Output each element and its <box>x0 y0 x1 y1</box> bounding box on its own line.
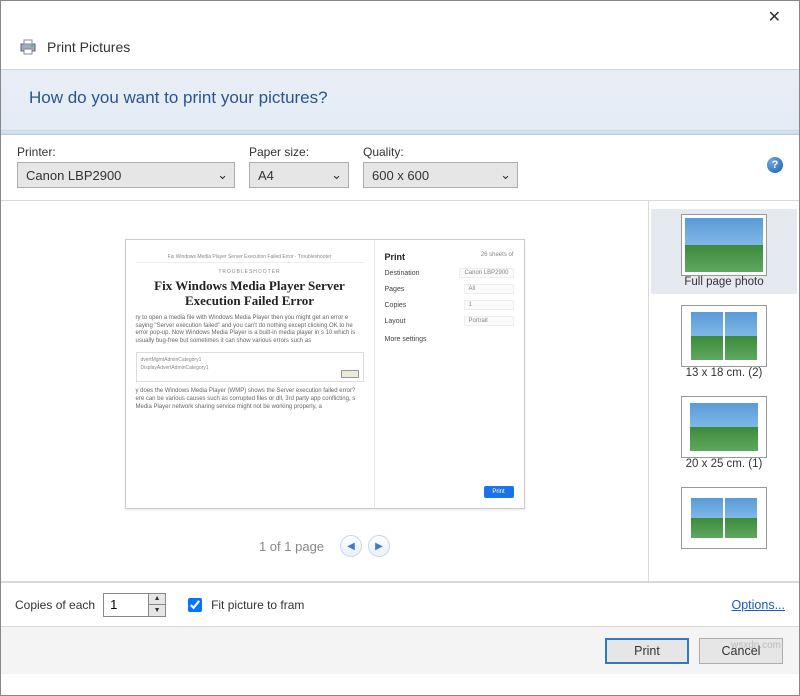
print-preview-area: Fix Windows Media Player Server Executio… <box>1 201 649 581</box>
printer-dropdown[interactable]: Canon LBP2900 ⌄ <box>17 162 235 188</box>
layout-label: Full page photo <box>684 276 763 288</box>
pager-status: 1 of 1 page <box>259 539 324 554</box>
quality-value: 600 x 600 <box>372 168 429 183</box>
options-link[interactable]: Options... <box>732 598 786 612</box>
chevron-down-icon: ⌄ <box>331 167 342 183</box>
pv-copies-value: 1 <box>464 300 514 310</box>
layout-list[interactable]: Full page photo 13 x 18 cm. (2) 20 x 25 … <box>649 201 799 581</box>
copies-decrement[interactable]: ▼ <box>149 605 165 616</box>
pv-print-button-thumb: Print <box>484 486 514 498</box>
chevron-down-icon: ⌄ <box>500 167 511 183</box>
chevron-down-icon: ⌄ <box>217 167 228 183</box>
layout-item-13x18[interactable]: 13 x 18 cm. (2) <box>651 300 797 385</box>
copies-label: Copies of each <box>15 598 95 612</box>
help-icon[interactable]: ? <box>767 157 783 173</box>
layout-item-20x25[interactable]: 20 x 25 cm. (1) <box>651 391 797 476</box>
layout-item-full-page[interactable]: Full page photo <box>651 209 797 294</box>
preview-overline: TROUBLESHOOTER <box>136 269 364 275</box>
pv-pages-value: All <box>464 284 514 294</box>
pv-more-settings: More settings <box>385 336 514 343</box>
banner-question: How do you want to print your pictures? <box>1 69 799 131</box>
pv-layout-value: Portrait <box>464 316 514 326</box>
preview-p2: y does the Windows Media Player (WMP) sh… <box>136 388 364 411</box>
pv-dest-value: Canon LBP2900 <box>459 268 513 278</box>
quality-dropdown[interactable]: 600 x 600 ⌄ <box>363 162 518 188</box>
fit-to-frame-input[interactable] <box>188 598 202 612</box>
copies-input[interactable] <box>104 594 148 616</box>
printer-icon <box>19 39 37 55</box>
pv-dest-label: Destination <box>385 270 420 277</box>
paper-size-dropdown[interactable]: A4 ⌄ <box>249 162 349 188</box>
quality-label: Quality: <box>363 145 518 159</box>
layout-label: 13 x 18 cm. (2) <box>686 367 763 379</box>
paper-size-label: Paper size: <box>249 145 349 159</box>
window-title: Print Pictures <box>47 39 130 55</box>
watermark: wsxdn.com <box>731 640 781 651</box>
pv-copies-label: Copies <box>385 302 407 309</box>
printer-label: Printer: <box>17 145 235 159</box>
preview-dialog-thumb: dvertMgmtAdminCategory1 DisplayAdvertAdm… <box>136 352 364 382</box>
copies-increment[interactable]: ▲ <box>149 594 165 605</box>
pv-pages-label: Pages <box>385 286 405 293</box>
preview-page: Fix Windows Media Player Server Executio… <box>125 239 525 509</box>
pv-sheets: 26 sheets of <box>481 252 514 262</box>
printer-value: Canon LBP2900 <box>26 168 121 183</box>
preview-p1: ry to open a media file with Windows Med… <box>136 315 364 346</box>
fit-to-frame-label: Fit picture to fram <box>211 598 304 612</box>
print-button[interactable]: Print <box>605 638 689 664</box>
fit-to-frame-checkbox[interactable]: Fit picture to fram <box>184 595 304 615</box>
close-icon[interactable]: ✕ <box>760 3 789 31</box>
layout-label: 20 x 25 cm. (1) <box>686 458 763 470</box>
pv-layout-label: Layout <box>385 318 406 325</box>
paper-size-value: A4 <box>258 168 274 183</box>
pager-prev-button[interactable]: ◀ <box>340 535 362 557</box>
pv-print-title: Print <box>385 252 406 262</box>
layout-item-more[interactable] <box>651 482 797 555</box>
pager-next-button[interactable]: ▶ <box>368 535 390 557</box>
preview-headline: Fix Windows Media Player Server Executio… <box>136 279 364 309</box>
copies-spinner[interactable]: ▲ ▼ <box>103 593 166 617</box>
